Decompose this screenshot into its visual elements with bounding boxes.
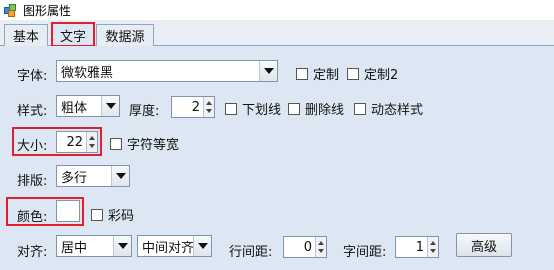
monospace-label: 字符等宽 bbox=[127, 138, 180, 153]
spinner-arrows-icon[interactable] bbox=[315, 237, 326, 257]
underline-label: 下划线 bbox=[242, 103, 282, 118]
tab-text[interactable]: 文字 bbox=[52, 23, 94, 47]
dynamic-style-checkbox[interactable]: 动态样式 bbox=[354, 99, 423, 118]
underline-checkbox[interactable]: 下划线 bbox=[225, 99, 281, 118]
spinner-arrows-icon[interactable] bbox=[427, 237, 438, 257]
color-label: 颜色: bbox=[17, 210, 48, 225]
font-label: 字体: bbox=[17, 69, 48, 84]
style-select[interactable]: 粗体 bbox=[56, 95, 120, 117]
colorcode-checkbox[interactable]: 彩码 bbox=[91, 205, 134, 224]
size-spinner[interactable]: 22 bbox=[56, 131, 98, 153]
thickness-spinner[interactable]: 2 bbox=[171, 96, 215, 118]
char-spacing-spinner[interactable]: 1 bbox=[395, 236, 439, 258]
style-select-value: 粗体 bbox=[61, 100, 88, 116]
custom2-label: 定制2 bbox=[364, 68, 399, 83]
size-label: 大小: bbox=[17, 139, 48, 154]
vertical-align-value: 中间对齐 bbox=[142, 240, 195, 256]
custom1-checkbox[interactable]: 定制 bbox=[296, 64, 339, 83]
line-spacing-value: 0 bbox=[303, 239, 312, 255]
checkbox-box bbox=[296, 67, 308, 80]
tab-strip: 基本 文字 数据源 bbox=[0, 20, 554, 47]
layout-label: 排版: bbox=[17, 174, 48, 189]
colorcode-label: 彩码 bbox=[108, 209, 135, 224]
custom1-label: 定制 bbox=[313, 68, 340, 83]
checkbox-box bbox=[110, 137, 122, 150]
chevron-down-icon bbox=[101, 96, 119, 116]
advanced-button[interactable]: 高级 bbox=[456, 233, 512, 257]
title-bar: 图形属性 bbox=[0, 0, 554, 20]
checkbox-box bbox=[354, 102, 366, 115]
color-swatch[interactable] bbox=[56, 200, 80, 222]
app-shapes-icon bbox=[4, 3, 17, 17]
window-title: 图形属性 bbox=[23, 3, 72, 18]
spinner-arrows-icon[interactable] bbox=[203, 97, 214, 117]
chevron-down-icon bbox=[259, 61, 277, 81]
custom2-checkbox[interactable]: 定制2 bbox=[347, 64, 398, 83]
font-select-value: 微软雅黑 bbox=[61, 65, 114, 81]
line-spacing-spinner[interactable]: 0 bbox=[283, 236, 327, 258]
checkbox-box bbox=[288, 102, 300, 115]
chevron-down-icon bbox=[193, 236, 211, 256]
text-properties-panel: 字体: 微软雅黑 定制 定制2 样式: 粗体 厚度: 2 下划线 删除线 动态样… bbox=[0, 46, 554, 270]
strikethrough-label: 删除线 bbox=[305, 103, 345, 118]
horizontal-align-value: 居中 bbox=[61, 240, 88, 256]
checkbox-box bbox=[91, 208, 103, 221]
chevron-down-icon bbox=[113, 236, 131, 256]
char-spacing-value: 1 bbox=[415, 239, 424, 255]
tab-datasource[interactable]: 数据源 bbox=[96, 24, 154, 46]
vertical-align-select[interactable]: 中间对齐 bbox=[137, 235, 212, 257]
style-label: 样式: bbox=[17, 104, 48, 119]
spinner-arrows-icon[interactable] bbox=[86, 132, 97, 152]
checkbox-box bbox=[225, 102, 237, 115]
thickness-value: 2 bbox=[191, 99, 200, 115]
font-select[interactable]: 微软雅黑 bbox=[56, 60, 278, 82]
size-value: 22 bbox=[66, 134, 83, 150]
char-spacing-label: 字间距: bbox=[343, 245, 387, 260]
strikethrough-checkbox[interactable]: 删除线 bbox=[288, 99, 344, 118]
checkbox-box bbox=[347, 67, 359, 80]
line-spacing-label: 行间距: bbox=[229, 245, 273, 260]
layout-select[interactable]: 多行 bbox=[56, 165, 130, 187]
align-label: 对齐: bbox=[17, 245, 48, 260]
chevron-down-icon bbox=[111, 166, 129, 186]
tab-basic[interactable]: 基本 bbox=[4, 24, 48, 46]
layout-select-value: 多行 bbox=[61, 170, 88, 186]
thickness-label: 厚度: bbox=[129, 104, 160, 119]
dynamic-style-label: 动态样式 bbox=[371, 103, 424, 118]
horizontal-align-select[interactable]: 居中 bbox=[56, 235, 132, 257]
monospace-checkbox[interactable]: 字符等宽 bbox=[110, 134, 179, 153]
